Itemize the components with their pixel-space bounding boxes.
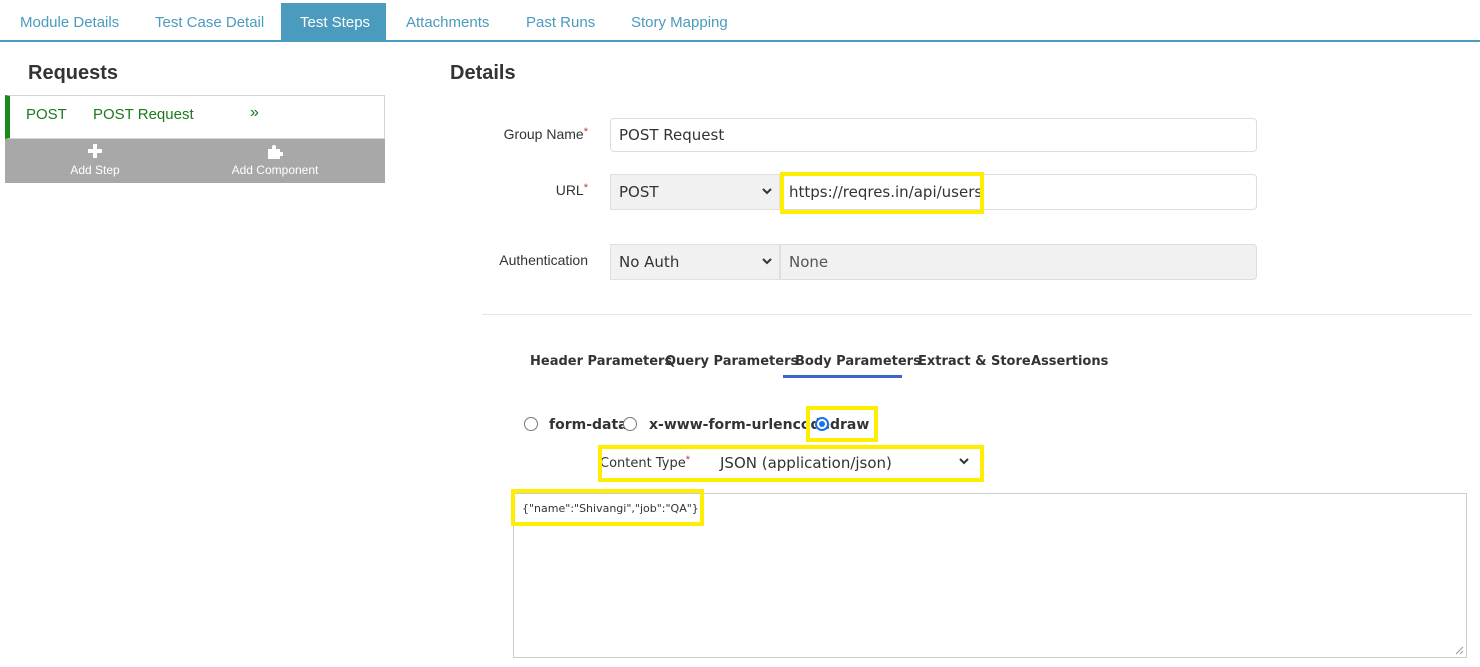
tab-test-steps[interactable]: Test Steps bbox=[281, 3, 386, 42]
authentication-label: Authentication bbox=[499, 252, 588, 268]
required-mark: * bbox=[685, 454, 690, 466]
content-type-value: JSON (application/json) bbox=[720, 454, 892, 472]
content-type-label-text: Content Type bbox=[600, 456, 686, 471]
request-method: POST bbox=[26, 106, 67, 123]
tab-attachments[interactable]: Attachments bbox=[387, 3, 508, 42]
auth-select-value: No Auth bbox=[619, 253, 680, 271]
request-name: POST Request bbox=[93, 106, 194, 123]
raw-body-text: {"name":"Shivangi","job":"QA"} bbox=[522, 502, 699, 515]
subtab-body-parameters[interactable]: Body Parameters bbox=[783, 354, 921, 378]
plus-icon bbox=[5, 144, 185, 160]
tab-module-details[interactable]: Module Details bbox=[1, 3, 138, 42]
tab-past-runs[interactable]: Past Runs bbox=[507, 3, 614, 42]
details-heading: Details bbox=[450, 62, 516, 84]
auth-detail-field: None bbox=[780, 244, 1257, 280]
tab-story-mapping[interactable]: Story Mapping bbox=[612, 3, 747, 42]
chevron-down-icon bbox=[761, 175, 773, 222]
radio-form-data-label: form-data bbox=[549, 417, 628, 433]
auth-select[interactable]: No Auth bbox=[610, 244, 780, 280]
add-step-button[interactable]: Add Step bbox=[5, 139, 185, 183]
method-select-value: POST bbox=[619, 183, 659, 201]
add-component-button[interactable]: Add Component bbox=[185, 139, 365, 183]
required-mark: * bbox=[583, 182, 588, 194]
chevron-down-icon bbox=[761, 245, 773, 292]
group-name-label: Group Name* bbox=[470, 126, 588, 142]
group-name-label-text: Group Name bbox=[503, 126, 584, 142]
url-input[interactable]: https://reqres.in/api/users bbox=[780, 174, 1257, 210]
request-item[interactable]: POST POST Request » bbox=[5, 95, 385, 139]
top-tab-bar: Module Details Test Case Detail Test Ste… bbox=[0, 0, 1480, 42]
url-label-text: URL bbox=[555, 182, 584, 198]
content-type-select[interactable]: JSON (application/json) bbox=[712, 446, 976, 480]
content-type-label: Content Type* bbox=[600, 454, 696, 471]
request-actions-bar: Add Step Add Component bbox=[5, 139, 385, 183]
radio-form-data[interactable] bbox=[524, 417, 538, 431]
method-select[interactable]: POST bbox=[610, 174, 780, 210]
resize-handle-icon[interactable] bbox=[1454, 645, 1464, 655]
requests-heading: Requests bbox=[28, 62, 119, 84]
radio-raw[interactable] bbox=[815, 417, 829, 431]
tab-test-case-detail[interactable]: Test Case Detail bbox=[136, 3, 283, 42]
raw-body-textarea[interactable]: {"name":"Shivangi","job":"QA"} bbox=[513, 493, 1467, 658]
group-name-input[interactable]: POST Request bbox=[610, 118, 1257, 152]
add-component-label: Add Component bbox=[231, 163, 319, 177]
add-step-label: Add Step bbox=[70, 163, 120, 177]
chevron-down-icon bbox=[958, 446, 970, 493]
url-label: URL* bbox=[470, 182, 588, 198]
required-mark: * bbox=[583, 126, 588, 138]
subtab-assertions[interactable]: Assertions bbox=[1019, 354, 1120, 378]
divider bbox=[482, 314, 1472, 315]
radio-x-www-form-urlencoded[interactable] bbox=[623, 417, 637, 431]
puzzle-icon bbox=[185, 144, 365, 160]
double-chevron-right-icon[interactable]: » bbox=[250, 104, 259, 122]
radio-x-www-form-urlencoded-label: x-www-form-urlencoded bbox=[649, 417, 841, 433]
radio-raw-label: raw bbox=[840, 417, 870, 433]
